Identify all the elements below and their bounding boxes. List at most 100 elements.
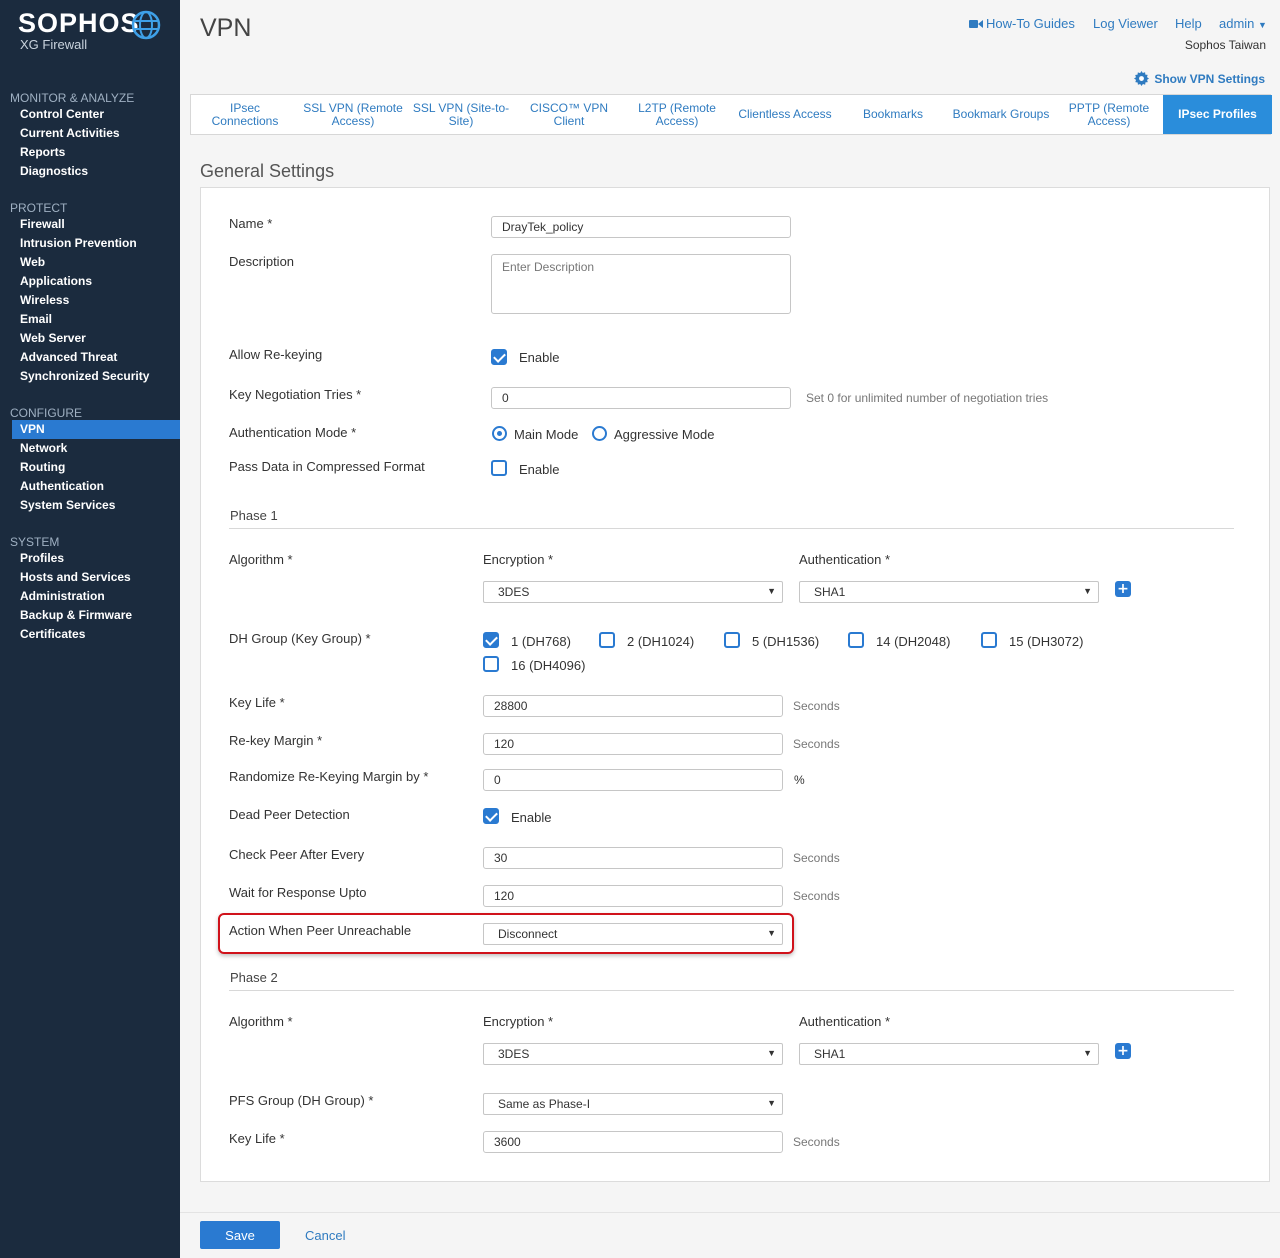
dh-group-checkbox-14[interactable] [848,632,864,648]
phase1-key-life-input[interactable]: 28800 [483,695,783,717]
main-mode-radio[interactable] [492,426,507,441]
dpd-checkbox[interactable] [483,808,499,824]
logo: SOPHOS XG Firewall [18,8,140,52]
nav-item-vpn[interactable]: VPN [12,420,180,439]
phase2-encryption-select[interactable]: 3DES ▼ [483,1043,783,1065]
caret-down-icon: ▼ [1083,586,1092,596]
nav-item-profiles[interactable]: Profiles [12,549,180,568]
sidebar: SOPHOS XG Firewall MONITOR & ANALYZE Con… [0,0,180,1258]
tab-pptp[interactable]: PPTP (Remote Access) [1055,95,1163,134]
phase1-key-life-label: Key Life * [229,695,285,710]
pfs-group-select[interactable]: Same as Phase-I ▼ [483,1093,783,1115]
nav-item-reports[interactable]: Reports [12,143,180,162]
dh-group-label: DH Group (Key Group) * [229,631,371,646]
globe-icon [131,10,161,40]
name-input[interactable]: DrayTek_policy [491,216,791,238]
tab-bookmarks[interactable]: Bookmarks [839,95,947,134]
name-label: Name * [229,216,273,231]
how-to-guides-link[interactable]: How-To Guides [969,16,1075,31]
compress-checkbox[interactable] [491,460,507,476]
show-vpn-settings-link[interactable]: Show VPN Settings [1134,71,1265,86]
rekey-label: Allow Re-keying [229,347,323,362]
nav-item-applications[interactable]: Applications [12,272,180,291]
nav-item-synchronized-security[interactable]: Synchronized Security [12,367,180,386]
log-viewer-link[interactable]: Log Viewer [1093,16,1158,31]
randomize-input[interactable]: 0 [483,769,783,791]
nav-section-configure: CONFIGURE [10,406,82,420]
nav-item-web[interactable]: Web [12,253,180,272]
admin-menu[interactable]: admin ▼ [1219,16,1267,31]
dh-group-label-1: 1 (DH768) [511,634,571,649]
section-title: General Settings [200,161,335,181]
nav-item-email[interactable]: Email [12,310,180,329]
nav-item-diagnostics[interactable]: Diagnostics [12,162,180,181]
phase1-encryption-select[interactable]: 3DES ▼ [483,581,783,603]
tab-bookmark-groups[interactable]: Bookmark Groups [947,95,1055,134]
tab-l2tp[interactable]: L2TP (Remote Access) [623,95,731,134]
nav-item-firewall[interactable]: Firewall [12,215,180,234]
nav-item-intrusion-prevention[interactable]: Intrusion Prevention [12,234,180,253]
pfs-group-value: Same as Phase-I [498,1097,591,1111]
description-label: Description [229,254,295,269]
wait-response-unit: Seconds [793,889,840,903]
auth-mode-label: Authentication Mode * [229,425,357,440]
nav-item-authentication[interactable]: Authentication [12,477,180,496]
aggressive-mode-radio[interactable] [592,426,607,441]
dh-group-checkbox-15[interactable] [981,632,997,648]
tab-ipsec-profiles[interactable]: IPsec Profiles [1163,95,1272,134]
phase2-algorithm-label: Algorithm * [229,1014,293,1029]
tab-ipsec-connections[interactable]: IPsec Connections [191,95,299,134]
phase1-key-life-unit: Seconds [793,699,840,713]
phase2-authentication-value: SHA1 [814,1047,846,1061]
dh-group-checkbox-2[interactable] [599,632,615,648]
org-name: Sophos Taiwan [1184,38,1266,52]
tab-ssl-vpn-remote[interactable]: SSL VPN (Remote Access) [299,95,407,134]
description-textarea[interactable]: Enter Description [491,254,791,314]
nav-item-hosts-and-services[interactable]: Hosts and Services [12,568,180,587]
phase1-encryption-label: Encryption * [483,552,554,567]
tab-ssl-vpn-site[interactable]: SSL VPN (Site-to-Site) [407,95,515,134]
rekey-margin-input[interactable]: 120 [483,733,783,755]
phase2-encryption-value: 3DES [498,1047,530,1061]
nav-item-certificates[interactable]: Certificates [12,625,180,644]
phase1-authentication-select[interactable]: SHA1 ▼ [799,581,1099,603]
dh-group-checkbox-1[interactable] [483,632,499,648]
nav-item-administration[interactable]: Administration [12,587,180,606]
randomize-unit: % [794,773,805,787]
nav-item-system-services[interactable]: System Services [12,496,180,515]
nav-item-current-activities[interactable]: Current Activities [12,124,180,143]
peer-unreachable-select[interactable]: Disconnect ▼ [483,923,783,945]
nav-item-routing[interactable]: Routing [12,458,180,477]
rekey-margin-label: Re-key Margin * [229,733,323,748]
rekey-checkbox[interactable] [491,349,507,365]
caret-down-icon: ▼ [767,1098,776,1108]
dh-group-checkbox-5[interactable] [724,632,740,648]
phase2-authentication-select[interactable]: SHA1 ▼ [799,1043,1099,1065]
nav-item-advanced-threat[interactable]: Advanced Threat [12,348,180,367]
randomize-label: Randomize Re-Keying Margin by * [229,769,429,784]
nav-item-control-center[interactable]: Control Center [12,105,180,124]
cancel-link[interactable]: Cancel [305,1228,345,1243]
tab-cisco-vpn-client[interactable]: CISCO™ VPN Client [515,95,623,134]
gear-icon [1134,71,1150,86]
check-peer-input[interactable]: 30 [483,847,783,869]
nav-section-protect: PROTECT [10,201,68,215]
phase2-encryption-label: Encryption * [483,1014,554,1029]
nav-item-wireless[interactable]: Wireless [12,291,180,310]
dh-group-checkbox-16[interactable] [483,656,499,672]
tab-clientless-access[interactable]: Clientless Access [731,95,839,134]
nav-item-web-server[interactable]: Web Server [12,329,180,348]
help-link[interactable]: Help [1175,16,1202,31]
save-button[interactable]: Save [200,1221,280,1249]
nav-item-network[interactable]: Network [12,439,180,458]
phase1-add-algorithm-plus-icon[interactable]: + [1115,581,1131,597]
key-negotiation-input[interactable]: 0 [491,387,791,409]
nav-item-backup-firmware[interactable]: Backup & Firmware [12,606,180,625]
phase2-add-algorithm-plus-icon[interactable]: + [1115,1043,1131,1059]
wait-response-input[interactable]: 120 [483,885,783,907]
phase1-authentication-value: SHA1 [814,585,846,599]
phase2-key-life-input[interactable]: 3600 [483,1131,783,1153]
pfs-group-label: PFS Group (DH Group) * [229,1093,374,1108]
logo-text: SOPHOS [18,8,140,38]
dh-group-label-14: 14 (DH2048) [876,634,951,649]
